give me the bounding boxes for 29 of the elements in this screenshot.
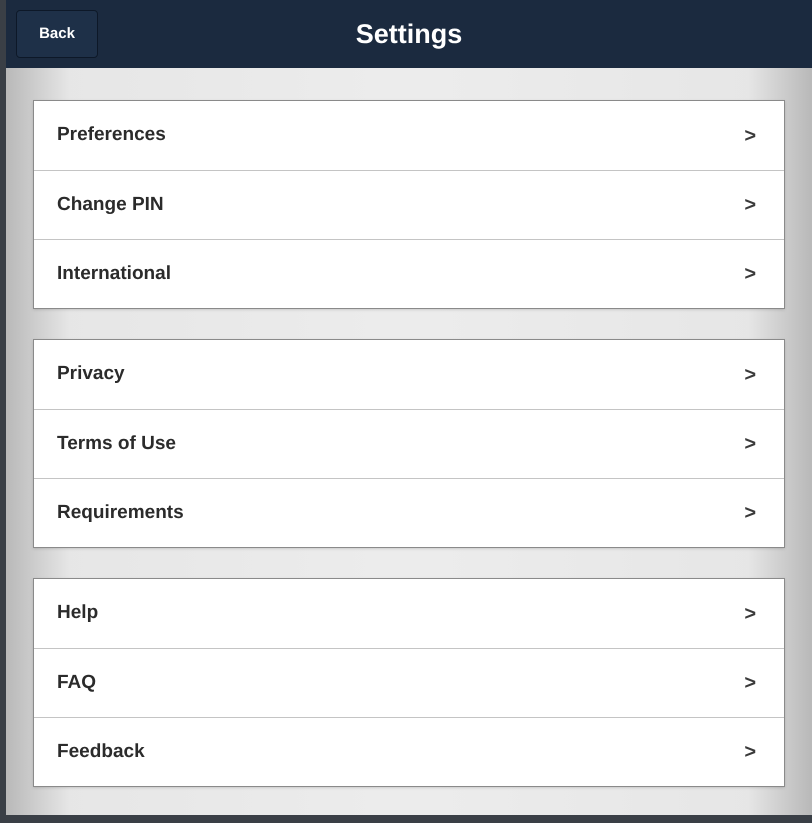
chevron-icon: >	[744, 360, 756, 390]
chevron-icon: >	[744, 498, 756, 528]
settings-row[interactable]: Privacy >	[34, 340, 784, 409]
chevron-icon: >	[744, 737, 756, 767]
row-label: Requirements	[57, 500, 184, 525]
chevron-icon: >	[744, 120, 756, 150]
row-label: Change PIN	[57, 192, 164, 217]
row-label: Privacy	[57, 362, 125, 386]
back-button[interactable]: Back	[16, 10, 98, 58]
page-title: Settings	[356, 18, 462, 51]
chevron-icon: >	[744, 429, 756, 459]
settings-row[interactable]: International >	[34, 239, 784, 308]
row-label: FAQ	[57, 670, 96, 695]
row-label: Preferences	[57, 123, 166, 148]
chevron-icon: >	[744, 598, 756, 628]
row-label: International	[57, 262, 172, 286]
settings-row[interactable]: Change PIN >	[34, 170, 784, 239]
row-label: Terms of Use	[57, 432, 176, 456]
chevron-icon: >	[744, 190, 756, 220]
settings-row[interactable]: Preferences >	[34, 101, 784, 170]
settings-row[interactable]: Feedback >	[34, 717, 784, 786]
settings-row[interactable]: FAQ >	[34, 648, 784, 717]
chevron-icon: >	[744, 259, 756, 289]
settings-row[interactable]: Terms of Use >	[34, 409, 784, 478]
row-label: Help	[57, 601, 98, 626]
chevron-icon: >	[744, 668, 756, 698]
settings-row[interactable]: Requirements >	[34, 478, 784, 547]
settings-row[interactable]: Help >	[34, 579, 784, 648]
row-label: Feedback	[57, 740, 145, 764]
